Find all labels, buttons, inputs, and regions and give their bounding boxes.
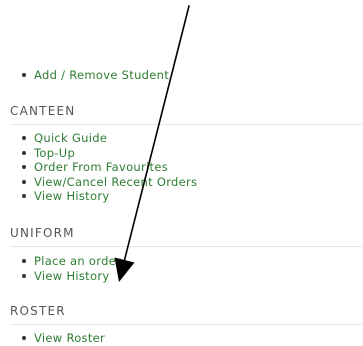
quick-guide-link[interactable]: Quick Guide bbox=[34, 131, 107, 146]
canteen-view-history-link[interactable]: View History bbox=[34, 189, 109, 204]
top-up-link[interactable]: Top-Up bbox=[34, 146, 75, 161]
bullet-icon bbox=[22, 136, 26, 140]
uniform-view-history-link[interactable]: View History bbox=[34, 269, 109, 284]
bullet-icon bbox=[22, 73, 26, 77]
section-heading-roster: ROSTER bbox=[10, 304, 66, 318]
bullet-icon bbox=[22, 273, 26, 278]
section-heading-uniform: UNIFORM bbox=[10, 226, 75, 240]
place-an-order-link[interactable]: Place an order bbox=[34, 254, 121, 269]
section-divider bbox=[10, 324, 363, 325]
section-heading-canteen: CANTEEN bbox=[10, 104, 76, 118]
view-cancel-recent-orders-link[interactable]: View/Cancel Recent Orders bbox=[34, 175, 197, 190]
side-menu: Add / Remove Student CANTEEN Quick Guide… bbox=[0, 0, 363, 345]
bullet-icon bbox=[22, 336, 26, 340]
bullet-icon bbox=[22, 259, 26, 263]
bullet-icon bbox=[22, 165, 26, 169]
bullet-icon bbox=[22, 179, 26, 184]
bullet-icon bbox=[22, 150, 26, 155]
section-divider bbox=[10, 124, 363, 125]
view-roster-link[interactable]: View Roster bbox=[34, 331, 105, 346]
add-remove-student-link[interactable]: Add / Remove Student bbox=[34, 68, 169, 83]
bullet-icon bbox=[22, 194, 26, 198]
order-from-favourites-link[interactable]: Order From Favourites bbox=[34, 160, 168, 175]
section-divider bbox=[10, 246, 363, 247]
